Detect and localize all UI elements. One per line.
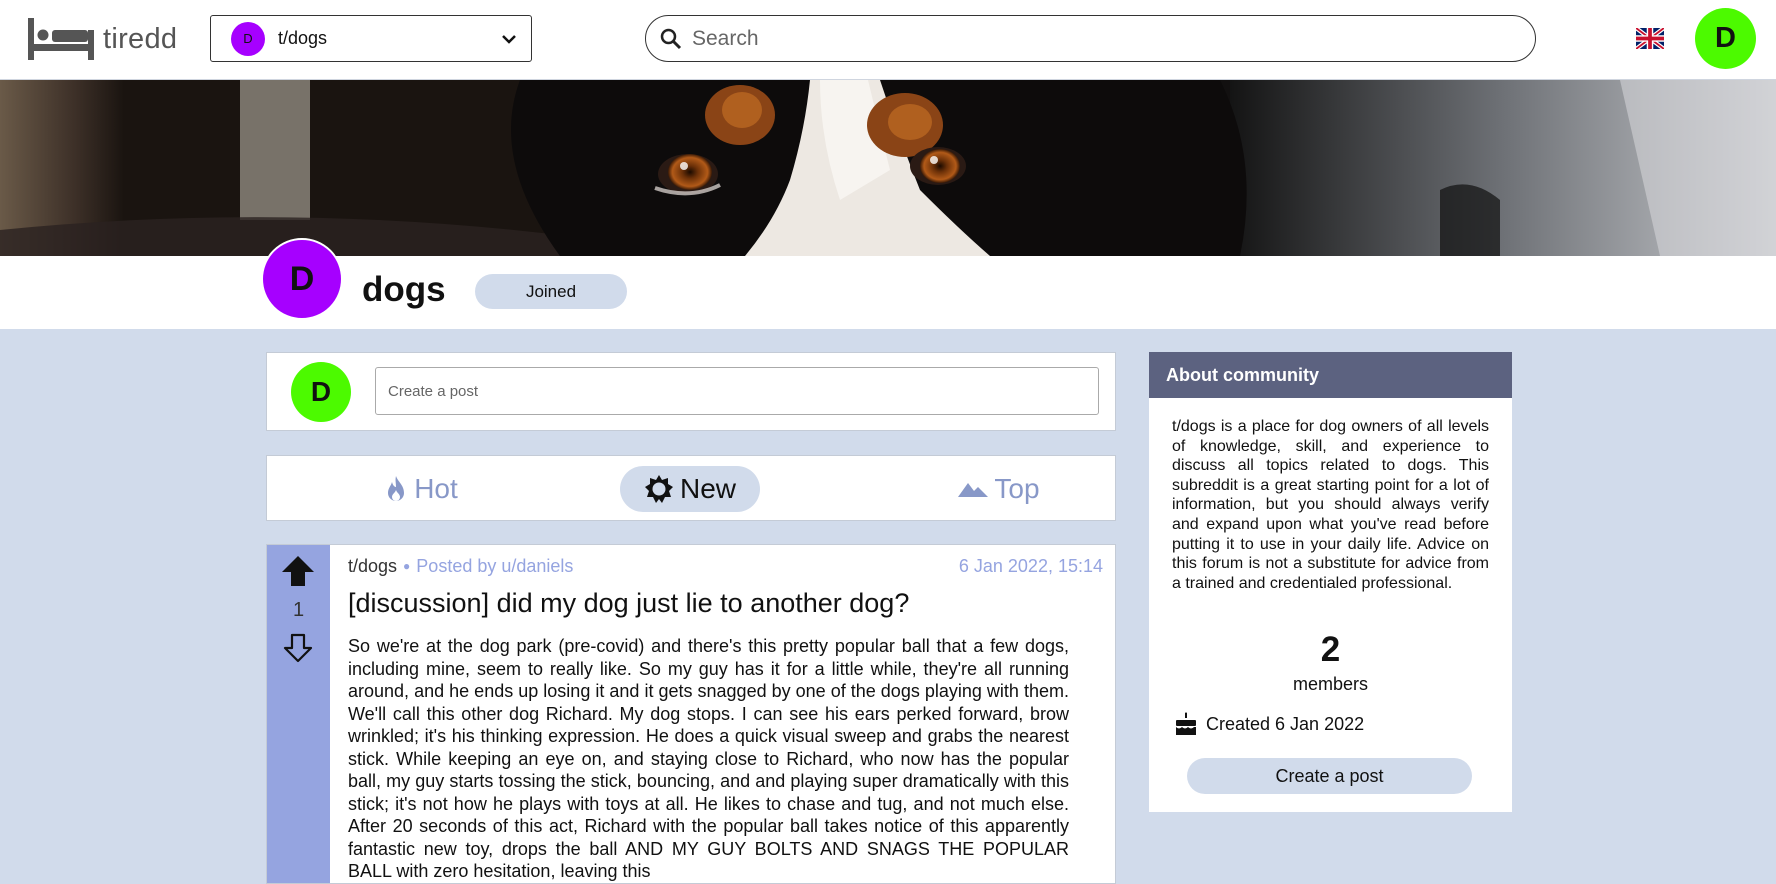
about-heading: About community bbox=[1149, 352, 1512, 398]
sort-hot-label: Hot bbox=[414, 473, 458, 504]
post-card[interactable]: 1 t/dogs ● Posted by u/daniels 6 Jan 2022,… bbox=[266, 544, 1116, 884]
members-label: members bbox=[1292, 674, 1368, 694]
bed-icon bbox=[28, 18, 94, 60]
about-description: t/dogs is a place for dog owners of all … bbox=[1172, 418, 1489, 592]
upvote-arrow-icon[interactable] bbox=[281, 555, 315, 587]
post-subreddit-link[interactable]: t/dogs bbox=[348, 556, 397, 576]
sort-top-button[interactable]: Top bbox=[937, 466, 1061, 512]
sort-new-label: New bbox=[679, 473, 736, 504]
sun-burst-icon bbox=[644, 475, 673, 503]
created-date: Created 6 Jan 2022 bbox=[1174, 712, 1364, 736]
post-title[interactable]: [discussion] did my dog just lie to anot… bbox=[348, 588, 909, 619]
create-post-button[interactable]: Create a post bbox=[1187, 758, 1472, 794]
community-name: dogs bbox=[362, 270, 446, 309]
cake-icon bbox=[1176, 712, 1196, 735]
community-banner bbox=[0, 80, 1776, 256]
create-post-input[interactable]: Create a post bbox=[375, 367, 1099, 415]
subreddit-select-value: t/dogs bbox=[278, 28, 328, 48]
sort-bar: Hot New Top bbox=[266, 455, 1116, 521]
community-avatar: D bbox=[261, 238, 343, 320]
chevron-down-icon bbox=[502, 34, 516, 44]
user-avatar-small: D bbox=[291, 362, 351, 422]
post-meta: t/dogs ● Posted by u/daniels bbox=[348, 556, 573, 577]
search-icon bbox=[660, 28, 682, 49]
sort-hot-button[interactable]: Hot bbox=[359, 466, 483, 512]
sort-top-label: Top bbox=[994, 473, 1040, 504]
members-count: 2 bbox=[1320, 630, 1341, 669]
vote-column: 1 bbox=[267, 545, 330, 883]
post-score: 1 bbox=[292, 599, 305, 621]
post-body: So we're at the dog park (pre-covid) and… bbox=[348, 636, 1069, 881]
flame-icon bbox=[388, 476, 405, 501]
post-date: 6 Jan 2022, 15:14 bbox=[958, 556, 1103, 576]
subreddit-select[interactable]: D t/dogs bbox=[210, 15, 532, 62]
separator-dot: ● bbox=[403, 559, 411, 573]
created-label: Created 6 Jan 2022 bbox=[1206, 713, 1365, 734]
search-bar[interactable] bbox=[645, 15, 1536, 62]
mountain-icon bbox=[958, 483, 989, 497]
about-community-panel: About community t/dogs is a place for do… bbox=[1149, 352, 1512, 812]
post-author-link[interactable]: Posted by u/daniels bbox=[416, 556, 573, 576]
create-post-box: D Create a post bbox=[266, 352, 1116, 431]
subreddit-avatar: D bbox=[231, 21, 265, 56]
app-name: tiredd bbox=[103, 22, 178, 55]
top-navbar: tiredd D t/dogs D bbox=[0, 0, 1776, 80]
joined-button[interactable]: Joined bbox=[475, 274, 627, 309]
search-input[interactable] bbox=[690, 25, 1535, 52]
uk-flag-icon[interactable] bbox=[1636, 28, 1664, 49]
user-avatar[interactable]: D bbox=[1695, 8, 1756, 69]
downvote-arrow-icon[interactable] bbox=[283, 633, 313, 663]
sort-new-button[interactable]: New bbox=[620, 466, 760, 512]
dog-banner-image bbox=[0, 80, 1776, 256]
app-logo[interactable]: tiredd bbox=[28, 18, 177, 60]
